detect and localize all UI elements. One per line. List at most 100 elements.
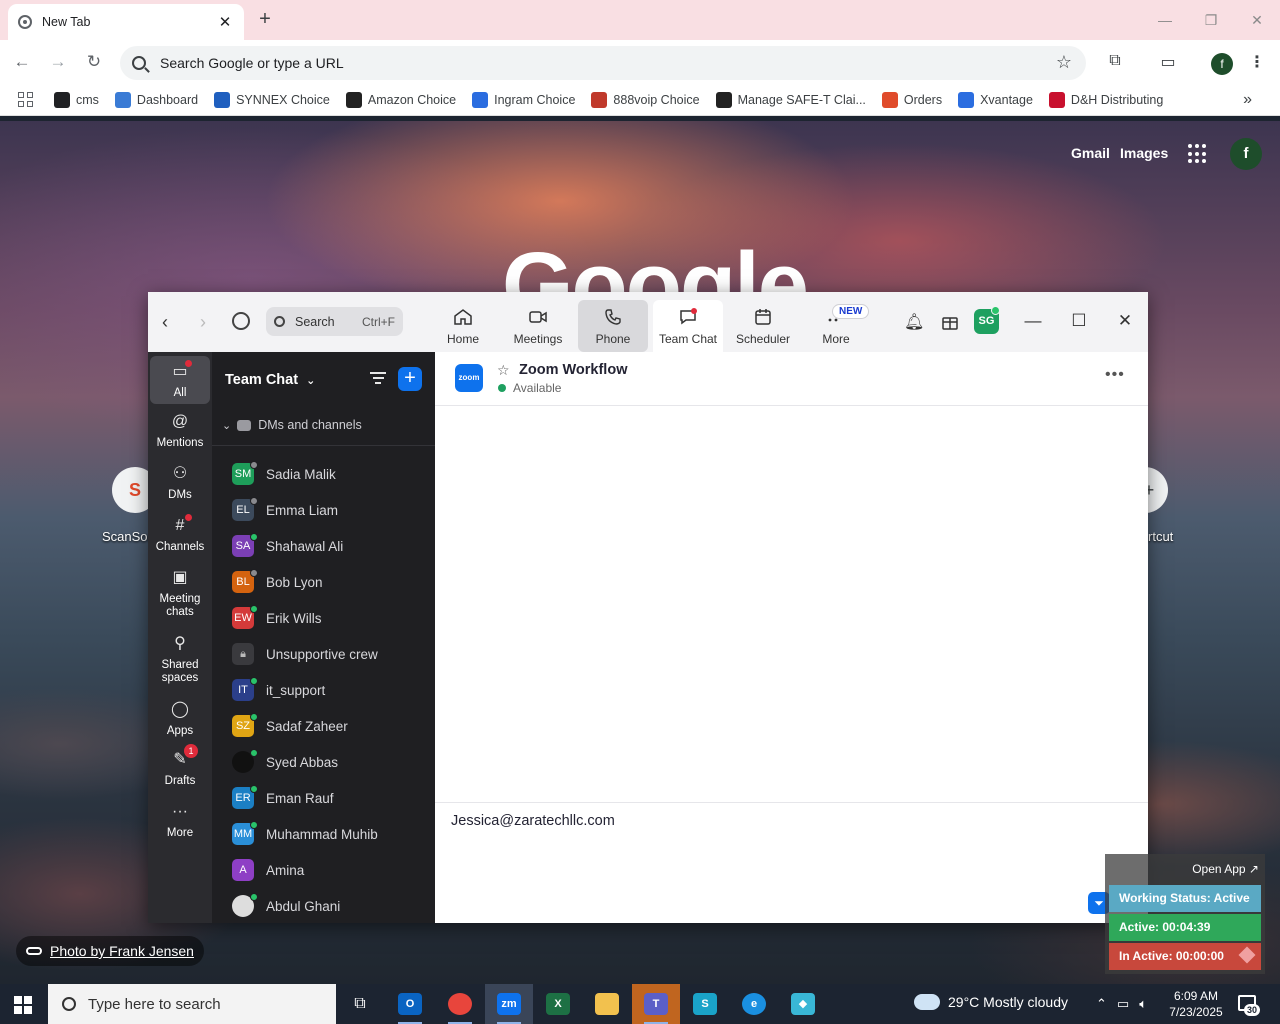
taskbar-clock[interactable]: 6:09 AM 7/23/2025 xyxy=(1164,988,1228,1020)
rail-item-mentions[interactable]: @ Mentions xyxy=(150,412,210,450)
bookmark-item[interactable]: Ingram Choice xyxy=(472,91,575,108)
taskbar-search-input[interactable] xyxy=(88,995,318,1013)
bookmark-item[interactable]: Manage SAFE-T Clai... xyxy=(715,91,866,108)
tab-close-icon[interactable]: ✕ xyxy=(216,13,234,31)
photo-credit-link[interactable]: Photo by Frank Jensen xyxy=(16,936,204,966)
minimize-icon[interactable]: — xyxy=(1142,0,1188,40)
nav-team-chat[interactable]: Team Chat xyxy=(653,300,723,352)
excel-app[interactable]: X xyxy=(534,984,582,1024)
zoom-back-icon[interactable]: ‹ xyxy=(162,312,168,333)
cast-search-icon[interactable]: ▭ xyxy=(1157,52,1179,74)
teams-app[interactable]: T xyxy=(632,984,680,1024)
contact-row[interactable]: SZ Sadaf Zaheer xyxy=(212,708,435,744)
google-apps-icon[interactable] xyxy=(1188,144,1208,164)
zoom-forward-icon[interactable]: › xyxy=(200,312,206,333)
weather-widget[interactable]: 29°C Mostly cloudy xyxy=(914,988,1068,1010)
contact-row[interactable]: MM Muhammad Muhib xyxy=(212,816,435,852)
compose-plus-button[interactable]: + xyxy=(398,367,422,391)
bookmark-item[interactable]: Amazon Choice xyxy=(345,91,456,108)
omnibox[interactable]: ☆ xyxy=(120,46,1086,80)
rail-item-drafts[interactable]: ✎ 1 Drafts xyxy=(150,744,210,788)
diamond-app[interactable]: ◆ xyxy=(779,984,827,1024)
inactive-time-row: In Active: 00:00:00 xyxy=(1109,943,1261,970)
restore-icon[interactable]: ❐ xyxy=(1188,0,1234,40)
windows-start-icon[interactable] xyxy=(14,996,32,1014)
nav-meetings[interactable]: Meetings xyxy=(504,300,572,352)
images-link[interactable]: Images xyxy=(1120,145,1168,161)
edge-app[interactable]: e xyxy=(730,984,778,1024)
nav-home[interactable]: Home xyxy=(432,300,494,352)
gmail-link[interactable]: Gmail xyxy=(1071,145,1110,161)
chrome-app[interactable] xyxy=(436,984,484,1024)
back-arrow-icon[interactable]: ← xyxy=(10,50,34,74)
nav-scheduler[interactable]: Scheduler xyxy=(730,300,796,352)
rail-item-meeting-chats[interactable]: ▣ Meeting chats xyxy=(150,568,210,619)
contact-row[interactable]: Abdul Ghani xyxy=(212,888,435,923)
zoom-app[interactable]: zm xyxy=(485,984,533,1024)
dms-and-channels-section[interactable]: ⌄ DMs and channels xyxy=(222,418,362,432)
favorite-star-icon[interactable]: ☆ xyxy=(497,362,510,379)
omnibox-input[interactable] xyxy=(160,55,1020,71)
bookmark-item[interactable]: cms xyxy=(54,91,99,108)
team-chat-dropdown[interactable]: Team Chat ⌄ xyxy=(225,372,315,388)
apps-grid-icon[interactable] xyxy=(18,91,34,108)
profile-avatar[interactable]: f xyxy=(1211,53,1233,75)
bookmark-item[interactable]: Orders xyxy=(881,91,942,108)
rail-item-dms[interactable]: ⚇ DMs xyxy=(150,464,210,502)
bookmark-item[interactable]: SYNNEX Choice xyxy=(214,91,330,108)
bookmark-item[interactable]: Dashboard xyxy=(114,91,198,108)
open-app-link[interactable]: Open App ↗ xyxy=(1192,862,1259,876)
contact-row[interactable]: Syed Abbas xyxy=(212,744,435,780)
rail-item-more[interactable]: ··· More xyxy=(150,802,210,840)
ntp-profile-avatar[interactable]: f xyxy=(1230,138,1262,170)
tray-chevron-up-icon[interactable]: ⌃ xyxy=(1096,996,1107,1012)
contact-row[interactable]: A Amina xyxy=(212,852,435,888)
contact-row[interactable]: ER Eman Rauf xyxy=(212,780,435,816)
contact-row[interactable]: SA Shahawal Ali xyxy=(212,528,435,564)
zoom-maximize-icon[interactable]: ☐ xyxy=(1068,310,1090,332)
bookmark-star-icon[interactable]: ☆ xyxy=(1056,52,1072,73)
contact-row[interactable]: EW Erik Wills xyxy=(212,600,435,636)
rail-item-apps[interactable]: ◯ Apps xyxy=(150,700,210,738)
contact-row[interactable]: IT it_support xyxy=(212,672,435,708)
zoom-search-box[interactable]: Search Ctrl+F xyxy=(266,307,403,336)
volume-icon[interactable]: 🔈︎ xyxy=(1139,996,1147,1012)
pencil-icon[interactable] xyxy=(1238,946,1256,964)
contact-row[interactable]: BL Bob Lyon xyxy=(212,564,435,600)
presence-status-dot xyxy=(250,821,258,829)
rail-item-channels[interactable]: # Channels xyxy=(150,514,210,554)
browser-menu-icon[interactable]: ⋮ xyxy=(1246,52,1268,74)
rail-item-all[interactable]: ▭ All xyxy=(150,356,210,404)
forward-arrow-icon[interactable]: → xyxy=(46,50,70,74)
nav-phone[interactable]: Phone xyxy=(578,300,648,352)
bookmark-item[interactable]: Xvantage xyxy=(958,91,1033,108)
contact-row[interactable]: EL Emma Liam xyxy=(212,492,435,528)
extensions-puzzle-icon[interactable]: ⧉ xyxy=(1104,52,1126,74)
sublime-app[interactable]: S xyxy=(681,984,729,1024)
zoom-minimize-icon[interactable]: — xyxy=(1022,310,1044,332)
reload-icon[interactable]: ↻ xyxy=(82,50,106,74)
taskbar-search[interactable] xyxy=(48,984,336,1024)
contact-row[interactable]: 🔒︎ Unsupportive crew xyxy=(212,636,435,672)
outlook-app[interactable]: O xyxy=(386,984,434,1024)
rail-item-label: Drafts xyxy=(164,775,196,787)
close-window-icon[interactable]: ✕ xyxy=(1234,0,1280,40)
bookmarks-overflow-icon[interactable]: » xyxy=(1243,91,1252,109)
contact-row[interactable]: SM Sadia Malik xyxy=(212,456,435,492)
filter-icon[interactable] xyxy=(370,372,386,386)
chat-title[interactable]: Zoom Workflow xyxy=(519,362,627,378)
zoom-close-icon[interactable]: ✕ xyxy=(1114,310,1136,332)
bookmark-item[interactable]: D&H Distributing xyxy=(1048,91,1163,108)
history-clock-icon[interactable] xyxy=(232,312,250,330)
new-tab-button[interactable]: + xyxy=(254,8,276,30)
bell-icon[interactable]: 🔔︎ xyxy=(904,312,924,332)
chat-options-icon[interactable]: ••• xyxy=(1105,366,1125,384)
gift-icon[interactable] xyxy=(940,312,960,332)
rail-item-shared-spaces[interactable]: ⚲ Shared spaces xyxy=(150,634,210,685)
message-composer[interactable] xyxy=(451,813,1091,829)
task-view-icon[interactable]: ⧉ xyxy=(336,984,384,1024)
bookmark-item[interactable]: 888voip Choice xyxy=(591,91,700,108)
file-explorer-app[interactable] xyxy=(583,984,631,1024)
browser-tab-new-tab[interactable]: New Tab ✕ xyxy=(8,4,244,40)
network-icon[interactable]: ▭ xyxy=(1117,996,1129,1012)
